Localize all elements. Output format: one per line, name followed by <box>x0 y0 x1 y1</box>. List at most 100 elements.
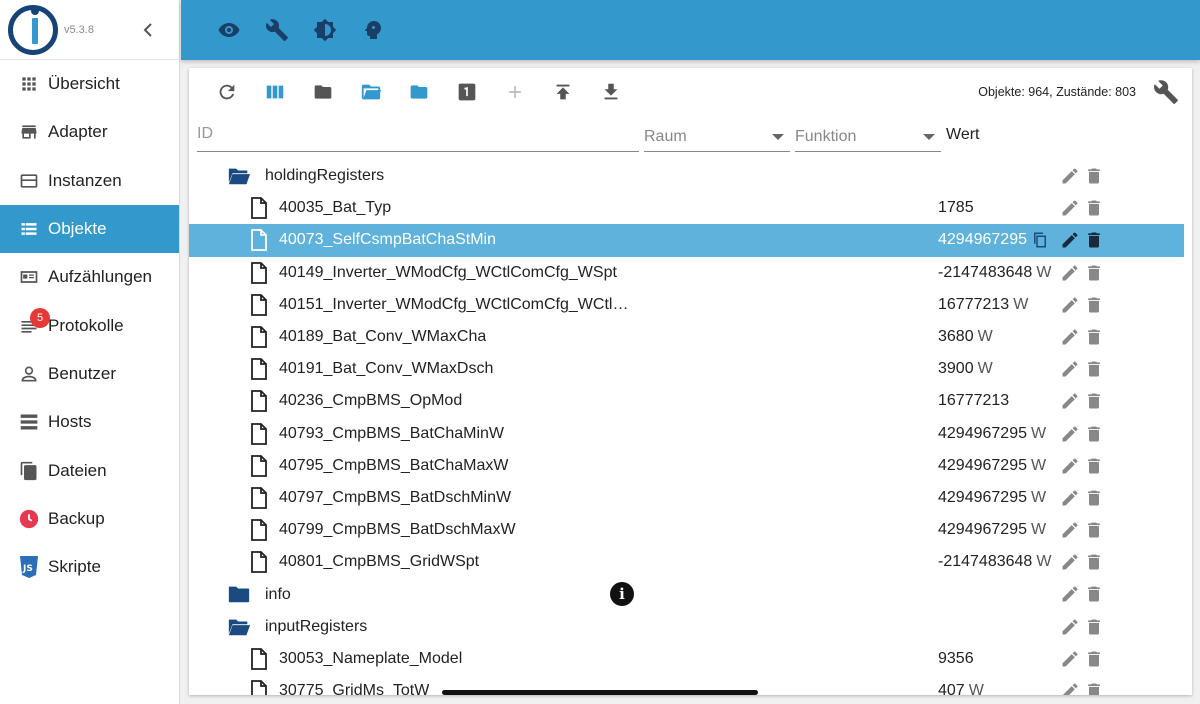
download-icon[interactable] <box>587 68 635 116</box>
sidebar-item-grid[interactable]: Übersicht <box>0 60 179 108</box>
tree-state-row[interactable]: 30053_Nameplate_Model 9356 <box>189 643 1192 675</box>
edit-icon[interactable] <box>1060 230 1080 250</box>
delete-icon[interactable] <box>1084 263 1104 283</box>
edit-icon[interactable] <box>1060 327 1080 347</box>
delete-icon[interactable] <box>1084 327 1104 347</box>
sidebar-item-files[interactable]: Dateien <box>0 446 179 494</box>
object-value[interactable]: 4294967295 W <box>938 425 1046 443</box>
object-value[interactable]: 407 W <box>938 682 984 695</box>
object-value[interactable]: 4294967295 W <box>938 521 1046 539</box>
sidebar-item-backup[interactable]: Backup <box>0 495 179 543</box>
folder-open-icon[interactable] <box>347 68 395 116</box>
copy-icon[interactable] <box>1031 231 1049 249</box>
edit-icon[interactable] <box>1060 424 1080 444</box>
upload-icon[interactable] <box>539 68 587 116</box>
object-value[interactable]: -2147483648 W <box>938 553 1051 571</box>
tree-state-row[interactable]: 40189_Bat_Conv_WMaxCha 3680 W <box>189 321 1192 353</box>
delete-icon[interactable] <box>1084 681 1104 695</box>
delete-icon[interactable] <box>1084 166 1104 186</box>
refresh-icon[interactable] <box>203 68 251 116</box>
edit-icon[interactable] <box>1060 520 1080 540</box>
object-value[interactable]: 4294967295 W <box>938 489 1046 507</box>
edit-icon[interactable] <box>1060 488 1080 508</box>
edit-icon[interactable] <box>1060 166 1080 186</box>
sidebar-item-instances[interactable]: Instanzen <box>0 157 179 205</box>
object-value[interactable]: 3900 W <box>938 360 993 378</box>
sidebar-item-enum[interactable]: Aufzählungen <box>0 253 179 301</box>
delete-icon[interactable] <box>1084 520 1104 540</box>
delete-icon[interactable] <box>1084 424 1104 444</box>
object-value[interactable]: 16777213 <box>938 392 1009 410</box>
tree-state-row[interactable]: 40236_CmpBMS_OpMod 16777213 <box>189 385 1192 417</box>
settings-wrench-icon[interactable] <box>1148 72 1184 112</box>
object-value[interactable]: 16777213 W <box>938 296 1028 314</box>
tree-state-row[interactable]: 40035_Bat_Typ 1785 <box>189 192 1192 224</box>
object-value[interactable]: 1785 <box>938 199 974 217</box>
delete-icon[interactable] <box>1084 488 1104 508</box>
add-icon[interactable] <box>491 68 539 116</box>
edit-icon[interactable] <box>1060 359 1080 379</box>
delete-icon[interactable] <box>1084 649 1104 669</box>
folder-blue-icon[interactable] <box>395 68 443 116</box>
tree-folder-row[interactable]: inputRegisters <box>189 611 1192 643</box>
object-value[interactable]: 9356 <box>938 650 974 668</box>
edit-icon[interactable] <box>1060 263 1080 283</box>
columns-icon[interactable] <box>251 68 299 116</box>
tree-folder-row[interactable]: info i <box>189 578 1192 610</box>
chevron-left-icon[interactable] <box>141 22 155 37</box>
delete-icon[interactable] <box>1084 359 1104 379</box>
expert-head-icon[interactable] <box>361 18 385 42</box>
tree-state-row[interactable]: 40797_CmpBMS_BatDschMinW 4294967295 W <box>189 482 1192 514</box>
tree-state-row[interactable]: 40799_CmpBMS_BatDschMaxW 4294967295 W <box>189 514 1192 546</box>
tree-state-row[interactable]: 40795_CmpBMS_BatChaMaxW 4294967295 W <box>189 450 1192 482</box>
delete-icon[interactable] <box>1084 552 1104 572</box>
object-value[interactable]: 4294967295 <box>938 231 1027 249</box>
object-value[interactable]: 4294967295 W <box>938 457 1046 475</box>
funktion-filter-select[interactable]: Funktion <box>795 120 941 152</box>
sidebar-item-person[interactable]: Benutzer <box>0 350 179 398</box>
edit-icon[interactable] <box>1060 681 1080 695</box>
sidebar-item-js[interactable]: JS Skripte <box>0 543 179 591</box>
delete-icon[interactable] <box>1084 198 1104 218</box>
edit-icon[interactable] <box>1060 552 1080 572</box>
delete-icon[interactable] <box>1084 295 1104 315</box>
edit-icon[interactable] <box>1060 198 1080 218</box>
edit-icon[interactable] <box>1060 649 1080 669</box>
info-icon[interactable]: i <box>610 582 634 607</box>
brightness-icon[interactable] <box>313 18 337 42</box>
sidebar-item-list[interactable]: Objekte <box>0 204 179 254</box>
sidebar-item-server[interactable]: Hosts <box>0 398 179 446</box>
object-value[interactable]: -2147483648 W <box>938 264 1051 282</box>
raum-filter-select[interactable]: Raum <box>644 120 790 152</box>
eye-icon[interactable] <box>217 18 241 42</box>
edit-icon[interactable] <box>1060 391 1080 411</box>
tree-folder-row[interactable]: holdingRegisters <box>189 160 1192 192</box>
edit-icon[interactable] <box>1060 295 1080 315</box>
sidebar-item-store[interactable]: Adapter <box>0 108 179 156</box>
delete-icon[interactable] <box>1084 584 1104 604</box>
delete-icon[interactable] <box>1084 391 1104 411</box>
sidebar-item-log[interactable]: Protokolle 5 <box>0 301 179 349</box>
folder-closed-icon[interactable] <box>227 582 251 606</box>
object-value[interactable]: 3680 W <box>938 328 993 346</box>
edit-icon[interactable] <box>1060 584 1080 604</box>
folder-open-icon[interactable] <box>227 164 251 188</box>
tree-state-row[interactable]: 40801_CmpBMS_GridWSpt -2147483648 W <box>189 546 1192 578</box>
tree-state-row[interactable]: 40073_SelfCsmpBatChaStMin 4294967295 <box>189 224 1184 257</box>
delete-icon[interactable] <box>1084 617 1104 637</box>
folder-open-icon[interactable] <box>227 615 251 639</box>
objects-toolbar: Objekte: 964, Zustände: 803 <box>189 68 1192 116</box>
edit-icon[interactable] <box>1060 617 1080 637</box>
id-filter-input[interactable]: ID <box>197 120 639 152</box>
edit-icon[interactable] <box>1060 456 1080 476</box>
tree-state-row[interactable]: 40151_Inverter_WModCfg_WCtlComCfg_WCtl… 1… <box>189 289 1192 321</box>
tree-state-row[interactable]: 40149_Inverter_WModCfg_WCtlComCfg_WSpt -2… <box>189 257 1192 289</box>
number-one-icon[interactable] <box>443 68 491 116</box>
delete-icon[interactable] <box>1084 456 1104 476</box>
tree-state-row[interactable]: 40191_Bat_Conv_WMaxDsch 3900 W <box>189 353 1192 385</box>
delete-icon[interactable] <box>1084 230 1104 250</box>
wrench-icon[interactable] <box>265 18 289 42</box>
object-id: 40801_CmpBMS_GridWSpt <box>279 553 480 571</box>
folder-closed-icon[interactable] <box>299 68 347 116</box>
tree-state-row[interactable]: 40793_CmpBMS_BatChaMinW 4294967295 W <box>189 418 1192 450</box>
